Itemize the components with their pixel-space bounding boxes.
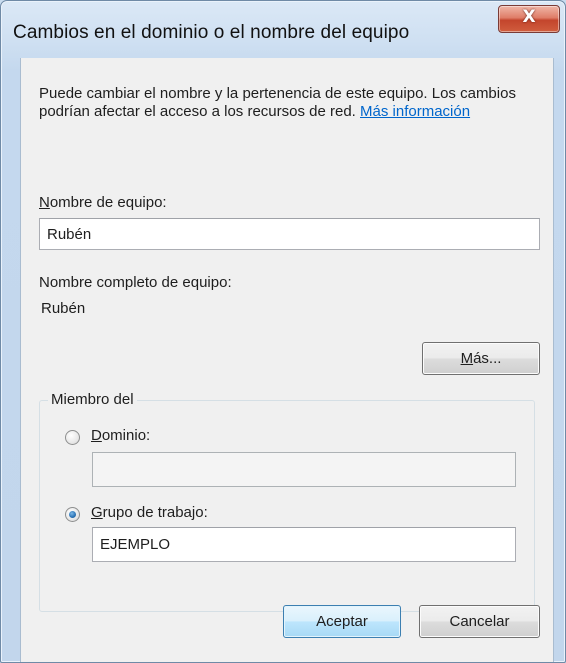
workgroup-label: Grupo de trabajo: — [91, 504, 208, 521]
member-of-legend: Miembro del — [48, 391, 137, 408]
computer-name-label: Nombre de equipo: — [39, 194, 167, 211]
domain-label: Dominio: — [91, 427, 151, 444]
full-name-value: Rubén — [41, 300, 86, 317]
dialog-content: Puede cambiar el nombre y la pertenencia… — [20, 58, 554, 662]
domain-radio[interactable] — [65, 430, 80, 445]
workgroup-radio[interactable] — [65, 507, 80, 522]
info-text: Puede cambiar el nombre y la pertenencia… — [39, 85, 534, 121]
window-title: Cambios en el dominio o el nombre del eq… — [13, 22, 410, 43]
domain-input[interactable] — [92, 452, 516, 487]
dialog-window: Cambios en el dominio o el nombre del eq… — [0, 0, 566, 663]
close-icon: X — [522, 7, 536, 27]
cancel-button[interactable]: Cancelar — [419, 605, 540, 638]
more-info-link[interactable]: Más información — [360, 103, 470, 120]
more-button[interactable]: Más... — [422, 342, 540, 375]
ok-button[interactable]: Aceptar — [283, 605, 401, 638]
full-name-label: Nombre completo de equipo: — [39, 274, 232, 291]
workgroup-input[interactable] — [92, 527, 516, 562]
computer-name-input[interactable] — [39, 218, 540, 250]
close-button[interactable]: X — [498, 5, 560, 33]
member-of-group: Miembro del Dominio: Grupo de trabajo: — [39, 391, 535, 612]
